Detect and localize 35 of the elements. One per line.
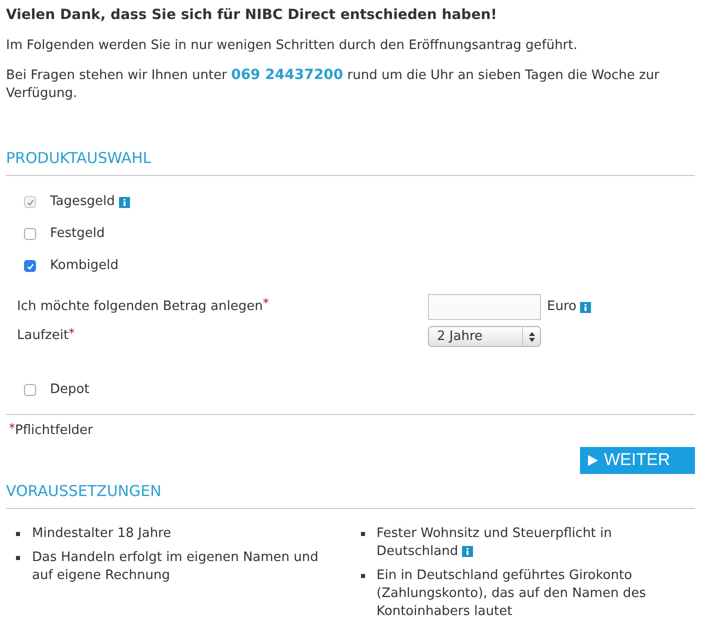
bullet-icon (360, 532, 364, 536)
bullet-icon (16, 556, 20, 560)
stepper-icon (528, 332, 534, 342)
next-button[interactable]: WEITER (580, 446, 695, 474)
bullet-icon (16, 532, 20, 536)
checkbox-label: Depot (50, 381, 90, 400)
checkbox-label: Tagesgeld (50, 193, 115, 212)
play-icon (588, 454, 598, 466)
term-select[interactable]: 2 Jahre (428, 326, 541, 347)
field-label: Laufzeit (17, 327, 69, 346)
intro-text: Im Folgenden werden Sie in nur wenigen Schritten durch den Eröffnungsantrag geführt. (6, 37, 578, 55)
checkbox-label: Kombigeld (50, 257, 118, 276)
required-mark: * (9, 420, 15, 437)
info-icon[interactable] (580, 302, 592, 312)
checkbox[interactable] (24, 384, 36, 396)
required-note: Pflichtfelder (15, 422, 93, 440)
amount-field[interactable] (428, 294, 541, 320)
required-mark: * (68, 325, 75, 342)
unit-label: Euro (547, 298, 576, 316)
bullet-icon (360, 574, 364, 578)
field-label: Ich möchte folgenden Betrag anlegen (17, 298, 263, 316)
phone-link[interactable]: 069 24437200 (231, 66, 344, 82)
section-heading: PRODUKTAUSWAHL (6, 148, 152, 166)
requirement-text: Fester Wohnsitz und Steuerpflicht in Deutschland (376, 525, 613, 561)
info-icon[interactable] (462, 546, 474, 557)
requirement-text: Mindestalter 18 Jahre (32, 525, 172, 543)
section-heading: VORAUSSETZUNGEN (6, 482, 162, 500)
checkbox[interactable] (24, 260, 36, 272)
page-title: Vielen Dank, dass Sie sich für NIBC Direct entschieden haben! (6, 6, 498, 25)
checkbox[interactable] (24, 228, 36, 240)
checkbox-label: Festgeld (50, 225, 105, 244)
required-mark: * (262, 295, 269, 312)
requirement-text: Das Handeln erfolgt im eigenen Namen und auf eigene Rechnung (32, 549, 320, 585)
requirement-text: Ein in Deutschland geführtes Girokonto (Zahlungskonto), das auf den Namen des Kontoinhabers lautet (376, 567, 647, 621)
contact-text: Bei Fragen stehen wir Ihnen unter 069 24437200 rund um die Uhr an sieben Tagen die Woche zur Verfügung. (6, 66, 660, 102)
